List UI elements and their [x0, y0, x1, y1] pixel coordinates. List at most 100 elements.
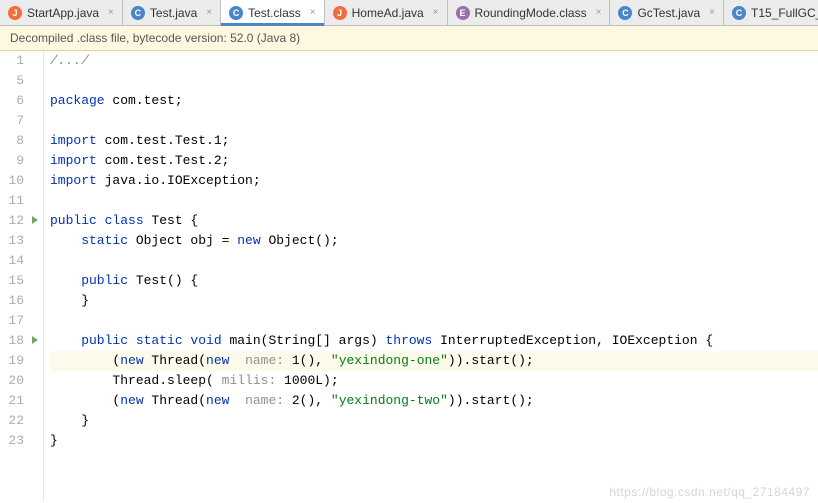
code-text: } [50, 293, 89, 308]
tab-homead[interactable]: J HomeAd.java × [325, 0, 448, 25]
tab-label: StartApp.java [27, 6, 99, 20]
code-text: new [206, 353, 229, 368]
code-text: public class [50, 213, 144, 228]
line-number: 11 [0, 191, 24, 211]
code-text: } [50, 413, 89, 428]
tab-test-java[interactable]: C Test.java × [123, 0, 221, 25]
code-text: ( [50, 393, 120, 408]
tab-label: Test.class [248, 6, 301, 20]
line-number: 21 [0, 391, 24, 411]
code-text: new [237, 233, 260, 248]
tab-gctest[interactable]: C GcTest.java × [610, 0, 724, 25]
code-text: Thread( [144, 353, 206, 368]
line-number: 7 [0, 111, 24, 131]
code-text: } [50, 433, 58, 448]
line-number: 6 [0, 91, 24, 111]
tab-label: RoundingMode.class [475, 6, 587, 20]
code-text: Test() { [128, 273, 198, 288]
code-area[interactable]: /.../ package com.test; import com.test.… [44, 51, 818, 502]
tab-label: T15_FullGC_Problem [751, 6, 818, 20]
banner-text: Decompiled .class file, bytecode version… [10, 31, 300, 45]
code-text: Thread( [144, 393, 206, 408]
tab-test-class[interactable]: C Test.class × [221, 0, 325, 25]
line-number: 9 [0, 151, 24, 171]
code-text: InterruptedException, IOException { [432, 333, 713, 348]
code-text: import [50, 153, 97, 168]
line-number: 13 [0, 231, 24, 251]
code-text: Thread.sleep( [50, 373, 222, 388]
line-number: 19 [0, 351, 24, 371]
close-icon[interactable]: × [310, 7, 316, 18]
line-number: 8 [0, 131, 24, 151]
line-number: 22 [0, 411, 24, 431]
line-number: 23 [0, 431, 24, 451]
code-text: public static void [50, 333, 222, 348]
run-gutter-icon[interactable] [32, 216, 42, 226]
code-editor[interactable]: 1 5 6 7 8 9 10 11 12 13 14 15 16 17 18 1… [0, 51, 818, 502]
code-text: com.test.Test.2; [97, 153, 230, 168]
code-text [229, 353, 245, 368]
code-text: Test { [144, 213, 199, 228]
line-number: 12 [0, 211, 24, 231]
line-number: 15 [0, 271, 24, 291]
code-text: new [120, 393, 143, 408]
enum-icon: E [456, 6, 470, 20]
code-text: )).start(); [448, 393, 534, 408]
line-number: 18 [0, 331, 24, 351]
code-text: "yexindong-one" [331, 353, 448, 368]
java-icon: J [333, 6, 347, 20]
line-number-gutter: 1 5 6 7 8 9 10 11 12 13 14 15 16 17 18 1… [0, 51, 30, 502]
editor-tabs: J StartApp.java × C Test.java × C Test.class ×… [0, 0, 818, 26]
code-text [229, 393, 245, 408]
line-number: 1 [0, 51, 24, 71]
java-icon: J [8, 6, 22, 20]
code-text: main(String[] args) [222, 333, 386, 348]
code-text: )).start(); [448, 353, 534, 368]
code-text: java.io.IOException; [97, 173, 261, 188]
code-text: ( [50, 353, 120, 368]
tab-roundingmode[interactable]: E RoundingMode.class × [448, 0, 611, 25]
close-icon[interactable]: × [206, 7, 212, 18]
code-text: static [50, 233, 128, 248]
code-text: 1000L); [276, 373, 338, 388]
code-text: new [206, 393, 229, 408]
tab-label: Test.java [150, 6, 197, 20]
param-hint: name: [245, 353, 284, 368]
code-text: 1(), [284, 353, 331, 368]
line-number: 10 [0, 171, 24, 191]
run-gutter-icon[interactable] [32, 336, 42, 346]
code-text: Object obj = [128, 233, 237, 248]
code-text: throws [385, 333, 432, 348]
code-text: new [120, 353, 143, 368]
code-text: 2(), [284, 393, 331, 408]
code-text: /.../ [50, 53, 89, 68]
line-number: 14 [0, 251, 24, 271]
marker-gutter [30, 51, 44, 502]
class-icon: C [131, 6, 145, 20]
close-icon[interactable]: × [596, 7, 602, 18]
param-hint: name: [245, 393, 284, 408]
code-text: com.test; [105, 93, 183, 108]
code-text: import [50, 133, 97, 148]
tab-startapp[interactable]: J StartApp.java × [0, 0, 123, 25]
line-number: 17 [0, 311, 24, 331]
close-icon[interactable]: × [433, 7, 439, 18]
class-icon: C [229, 6, 243, 20]
decompiled-banner: Decompiled .class file, bytecode version… [0, 26, 818, 51]
line-number: 20 [0, 371, 24, 391]
code-text: package [50, 93, 105, 108]
class-icon: C [732, 6, 746, 20]
line-number: 16 [0, 291, 24, 311]
close-icon[interactable]: × [709, 7, 715, 18]
code-text: public [50, 273, 128, 288]
close-icon[interactable]: × [108, 7, 114, 18]
class-icon: C [618, 6, 632, 20]
tab-label: HomeAd.java [352, 6, 424, 20]
line-number: 5 [0, 71, 24, 91]
tab-label: GcTest.java [637, 6, 700, 20]
param-hint: millis: [222, 373, 277, 388]
code-text: Object(); [261, 233, 339, 248]
code-text: import [50, 173, 97, 188]
code-text: "yexindong-two" [331, 393, 448, 408]
tab-t15[interactable]: C T15_FullGC_Problem [724, 0, 818, 25]
